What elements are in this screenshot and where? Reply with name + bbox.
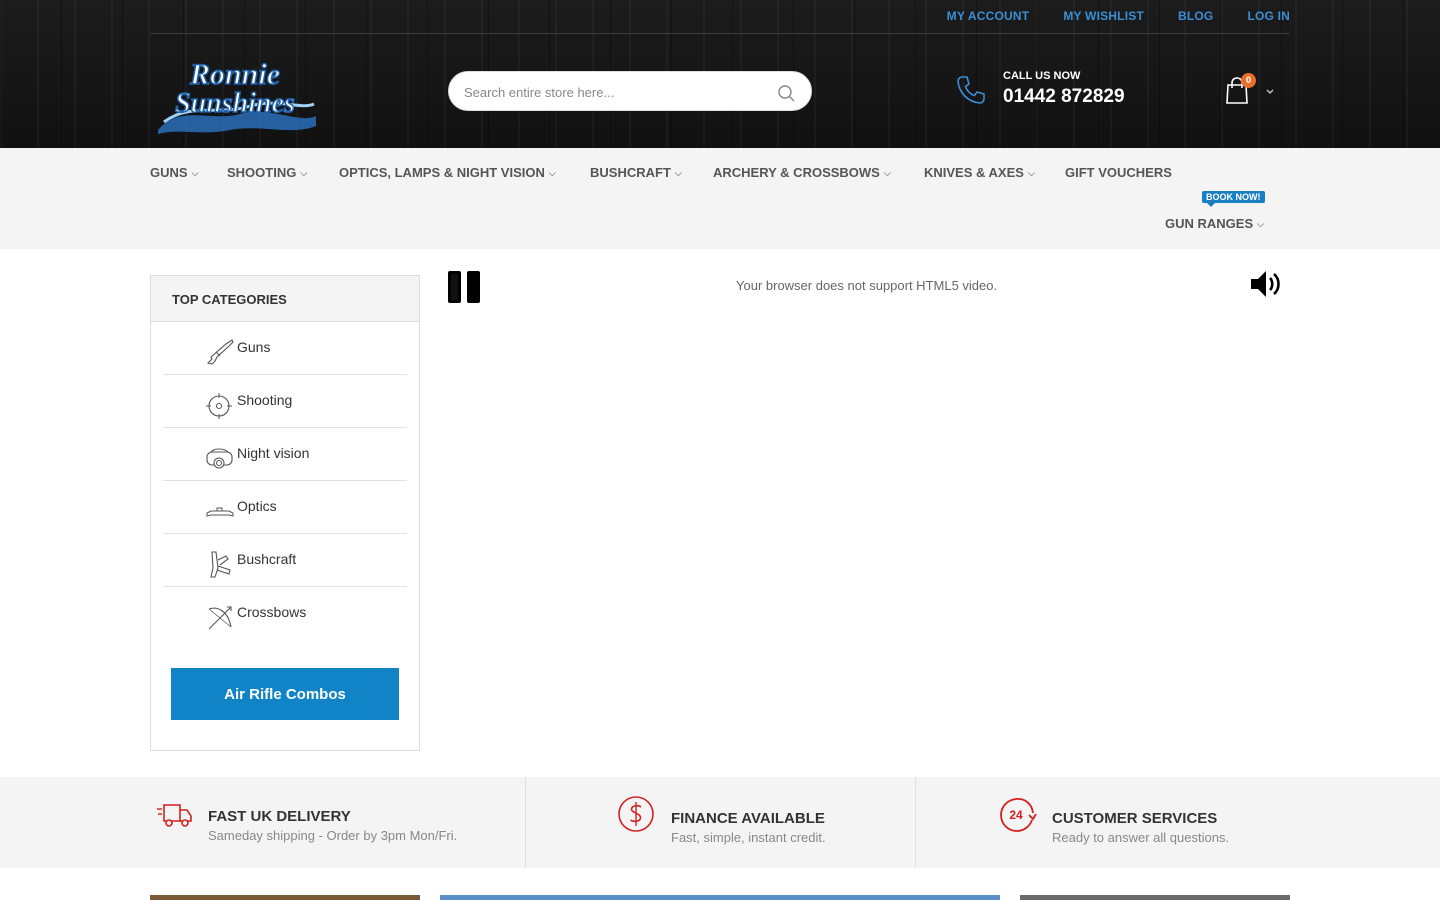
login-link[interactable]: LOG IN (1247, 9, 1290, 23)
service-title: FINANCE AVAILABLE (671, 810, 825, 827)
nav-item-gun-ranges[interactable]: GUN RANGES ⌵ (1165, 216, 1264, 231)
divider (525, 777, 526, 868)
chevron-down-icon[interactable] (1265, 88, 1275, 96)
logo-text-line2: Sunshines (175, 88, 295, 119)
sidebar-item-label: Guns (237, 339, 271, 355)
nav-label: GUNS (150, 165, 188, 180)
crossbow-icon (208, 606, 232, 630)
chevron-down-icon: ⌵ (300, 168, 308, 179)
phone-icon (957, 76, 985, 104)
target-icon (206, 393, 232, 419)
volume-icon[interactable] (1250, 268, 1284, 300)
cart-count-badge: 0 (1241, 73, 1256, 88)
night-vision-icon (206, 448, 233, 469)
nav-item-knives[interactable]: KNIVES & AXES ⌵ (924, 165, 1035, 180)
sidebar-item-label: Crossbows (237, 604, 307, 620)
sidebar-item-bushcraft[interactable]: Bushcraft (163, 534, 407, 587)
svg-text:24: 24 (1009, 808, 1023, 822)
chevron-down-icon: ⌵ (674, 168, 682, 179)
promo-banner[interactable] (150, 895, 420, 900)
nav-item-optics[interactable]: OPTICS, LAMPS & NIGHT VISION ⌵ (339, 165, 556, 180)
sidebar-item-night-vision[interactable]: Night vision (163, 428, 407, 481)
nav-label: GUN RANGES (1165, 216, 1254, 231)
nav-label: ARCHERY & CROSSBOWS (713, 165, 880, 180)
nav-item-gift-vouchers[interactable]: GIFT VOUCHERS (1065, 165, 1172, 180)
sidebar-item-label: Shooting (237, 392, 293, 408)
blog-link[interactable]: BLOG (1178, 9, 1213, 23)
sidebar-item-shooting[interactable]: Shooting (163, 375, 407, 428)
multitool-icon (210, 551, 231, 578)
service-title: CUSTOMER SERVICES (1052, 810, 1218, 827)
sidebar-item-crossbows[interactable]: Crossbows (163, 587, 407, 640)
phone-number[interactable]: 01442 872829 (1003, 86, 1125, 108)
nav-label: KNIVES & AXES (924, 165, 1024, 180)
nav-label: OPTICS, LAMPS & NIGHT VISION (339, 165, 545, 180)
chevron-down-icon: ⌵ (191, 168, 199, 179)
service-bar: FAST UK DELIVERY Sameday shipping - Orde… (0, 777, 1440, 868)
air-rifle-combos-button[interactable]: Air Rifle Combos (171, 668, 399, 720)
logo-text-line1: Ronnie (189, 58, 280, 91)
scope-icon (206, 507, 234, 517)
promo-banner[interactable] (1020, 895, 1290, 900)
sidebar-title: TOP CATEGORIES (151, 276, 419, 322)
search-icon[interactable] (777, 84, 795, 102)
sidebar-item-label: Night vision (237, 445, 310, 461)
dollar-icon (618, 796, 654, 832)
service-subtitle: Ready to answer all questions. (1052, 830, 1230, 845)
nav-label: GIFT VOUCHERS (1065, 165, 1172, 180)
site-header: MY ACCOUNT MY WISHLIST BLOG LOG IN Ronni… (0, 0, 1440, 148)
video-player: Your browser does not support HTML5 vide… (448, 268, 1290, 308)
chevron-down-icon: ⌵ (548, 168, 556, 179)
video-unsupported-message: Your browser does not support HTML5 vide… (736, 278, 998, 293)
nav-item-bushcraft[interactable]: BUSHCRAFT ⌵ (590, 165, 682, 180)
service-subtitle: Fast, simple, instant credit. (671, 830, 826, 845)
site-logo[interactable]: Ronnie Sunshines (150, 44, 320, 136)
sidebar-item-label: Optics (237, 498, 277, 514)
book-now-badge: BOOK NOW! (1202, 191, 1265, 207)
sidebar-item-label: Bushcraft (237, 551, 297, 567)
nav-item-shooting[interactable]: SHOOTING ⌵ (227, 165, 307, 180)
top-categories-sidebar: TOP CATEGORIES Guns Shooting Night visio… (150, 275, 420, 751)
call-us-label: CALL US NOW (1003, 70, 1081, 82)
pause-icon[interactable] (448, 271, 480, 303)
my-wishlist-link[interactable]: MY WISHLIST (1063, 9, 1144, 23)
service-subtitle: Sameday shipping - Order by 3pm Mon/Fri. (208, 828, 458, 843)
service-title: FAST UK DELIVERY (208, 808, 351, 825)
chevron-down-icon: ⌵ (1027, 168, 1035, 179)
rifle-icon (206, 339, 234, 365)
chevron-down-icon: ⌵ (1257, 219, 1264, 230)
search-box (448, 71, 812, 111)
nav-item-archery[interactable]: ARCHERY & CROSSBOWS ⌵ (713, 165, 891, 180)
header-divider (150, 33, 1290, 34)
divider (915, 777, 916, 868)
chevron-down-icon: ⌵ (883, 168, 891, 179)
nav-item-guns[interactable]: GUNS ⌵ (150, 165, 198, 180)
my-account-link[interactable]: MY ACCOUNT (947, 9, 1030, 23)
search-input[interactable] (464, 82, 764, 102)
sidebar-item-guns[interactable]: Guns (163, 322, 407, 375)
24-hour-icon: 24 (1000, 798, 1037, 832)
main-navigation: GUNS ⌵ SHOOTING ⌵ OPTICS, LAMPS & NIGHT VI… (0, 148, 1440, 249)
nav-label: BUSHCRAFT (590, 165, 671, 180)
promo-banner[interactable] (440, 895, 1000, 900)
sidebar-item-optics[interactable]: Optics (163, 481, 407, 534)
nav-label: SHOOTING (227, 165, 297, 180)
delivery-truck-icon (157, 804, 192, 827)
top-links: MY ACCOUNT MY WISHLIST BLOG LOG IN (913, 9, 1290, 23)
